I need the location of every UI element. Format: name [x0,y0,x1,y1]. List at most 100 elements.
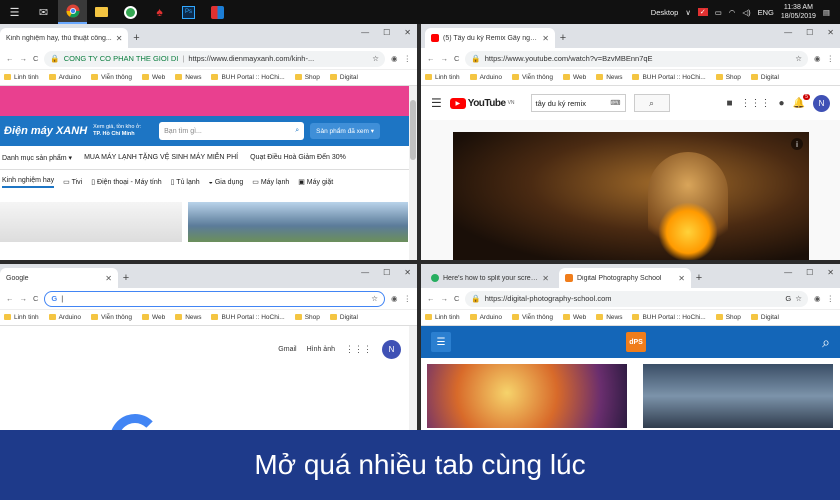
back-icon[interactable]: ← [6,294,14,303]
bookmark-item[interactable]: Arduino [48,314,81,321]
category-fridge[interactable]: ▯ Tủ lạnh [171,178,200,186]
minimize-icon[interactable]: — [784,28,792,37]
bookmark-item[interactable]: News [175,74,201,81]
search-input[interactable]: tây du ký remix ⌨ [530,94,626,112]
bookmark-item[interactable]: Shop [715,74,741,81]
maximize-icon[interactable]: ☐ [806,268,813,277]
notifications-icon[interactable]: ▤ [823,8,830,17]
notifications-bell-icon[interactable]: 🔔 5 [793,93,810,109]
star-icon[interactable]: ☆ [795,54,802,63]
category-tips[interactable]: Kinh nghiệm hay [2,177,55,188]
google-account-icon[interactable]: G [785,294,791,303]
messages-icon[interactable]: ● [779,98,785,109]
bookmark-item[interactable]: Web [141,74,165,81]
extension-icon[interactable]: ◉ [391,294,398,303]
tab-google[interactable]: Google ✕ [0,268,118,288]
search-button[interactable]: ⌕ [633,94,670,112]
bookmark-item[interactable]: BUH Portal :: HoChi... [632,74,706,81]
bookmark-item[interactable]: Viễn thông [511,74,553,81]
photo-thumb-festival[interactable] [427,364,627,428]
article-thumb[interactable] [0,202,182,242]
back-icon[interactable]: ← [427,294,435,303]
maximize-icon[interactable]: ☐ [383,268,390,277]
extension-icon[interactable]: ◉ [814,294,821,303]
category-phone[interactable]: ▯ Điện thoại - Máy tính [91,178,161,186]
tiles-app-icon[interactable] [203,0,232,24]
bookmark-item[interactable]: BUH Portal :: HoChi... [632,314,706,321]
dps-logo[interactable]: dPS [626,332,646,352]
omnibox[interactable]: 🔒 CONG TY CO PHAN THE GIOI DI | https://… [44,50,385,67]
close-tab-icon[interactable]: ✕ [678,274,685,283]
close-tab-icon[interactable]: ✕ [116,34,123,43]
bookmark-item[interactable]: Shop [294,74,320,81]
bookmark-item[interactable]: Viễn thông [511,314,553,321]
back-icon[interactable]: ← [6,54,14,63]
location-picker[interactable]: Xem giá, tồn kho ở: TP. Hồ Chí Minh [93,124,153,138]
new-tab-button[interactable]: + [691,268,707,288]
star-icon[interactable]: ☆ [372,54,379,63]
reload-icon[interactable]: C [33,54,38,63]
extension-icon[interactable]: ◉ [814,54,821,63]
menu-icon[interactable]: ⋮ [404,54,412,63]
menu-icon[interactable]: ⋮ [827,294,835,303]
search-icon[interactable]: ⌕ [295,127,299,135]
chrome-icon[interactable] [58,0,87,24]
bookmark-item[interactable]: Linh tinh [425,74,460,81]
dmx-logo[interactable]: Điện máy XANH [4,125,87,137]
bookmark-item[interactable]: BUH Portal :: HoChi... [211,314,285,321]
category-menu[interactable]: Danh mục sản phẩm ▾ [2,154,72,162]
menu-icon[interactable]: ⋮ [404,294,412,303]
bookmark-item[interactable]: News [596,74,622,81]
hamburger-icon[interactable]: ☰ [431,96,442,110]
bookmark-item[interactable]: Linh tinh [4,74,39,81]
close-tab-icon[interactable]: ✕ [542,34,549,43]
tab-youtube[interactable]: (5) Tây du ký Remix Gây nghiện ... ✕ [425,28,555,48]
minimize-icon[interactable]: — [361,268,369,277]
star-icon[interactable]: ☆ [795,294,802,303]
close-tab-icon[interactable]: ✕ [105,274,112,283]
battery-icon[interactable]: ▭ [715,8,722,17]
article-thumb[interactable] [188,202,408,242]
avatar[interactable]: N [382,340,401,359]
star-icon[interactable]: ☆ [371,294,378,303]
new-tab-button[interactable]: + [118,268,134,288]
bookmark-item[interactable]: Arduino [469,74,502,81]
video-player[interactable]: i [453,132,809,260]
wifi-icon[interactable]: ◠ [729,8,736,17]
bookmark-item[interactable]: Shop [294,314,320,321]
photo-thumb-sky[interactable] [643,364,833,428]
menu-icon[interactable]: ⋮ [827,54,835,63]
promo-link[interactable]: Quạt Điều Hoà Giảm Đến 30% [250,154,346,161]
forward-icon[interactable]: → [20,54,28,63]
bookmark-item[interactable]: Viễn thông [90,74,132,81]
new-tab-button[interactable]: + [555,28,571,48]
search-input[interactable]: Bạn tìm gì... ⌕ [159,122,305,140]
extension-icon[interactable]: ◉ [391,54,398,63]
minimize-icon[interactable]: — [784,268,792,277]
bookmark-item[interactable]: Viễn thông [90,314,132,321]
tab-split-screen-article[interactable]: Here's how to split your screen in... ✕ [425,268,555,288]
bookmark-item[interactable]: Digital [329,314,358,321]
tab-dienmayxanh[interactable]: Kinh nghiệm hay, thủ thuật công... ✕ [0,28,129,48]
bookmark-item[interactable]: Shop [715,314,741,321]
maximize-icon[interactable]: ☐ [383,28,390,37]
category-aircon[interactable]: ▭ Máy lạnh [252,178,289,186]
avatar[interactable]: N [813,94,830,112]
desktop-label[interactable]: Desktop [651,8,679,17]
antivirus-icon[interactable]: ✓ [697,8,708,16]
bookmark-item[interactable]: Digital [750,74,779,81]
bookmark-item[interactable]: BUH Portal :: HoChi... [211,74,285,81]
hamburger-icon[interactable]: ☰ [431,332,451,352]
forward-icon[interactable]: → [441,54,449,63]
bookmark-item[interactable]: Digital [329,74,358,81]
bookmark-item[interactable]: Web [562,74,586,81]
close-tab-icon[interactable]: ✕ [542,274,549,283]
category-household[interactable]: ◒ Gia dụng [209,179,244,186]
bookmark-item[interactable]: Web [562,314,586,321]
tab-dps[interactable]: Digital Photography School ✕ [559,268,691,288]
apps-grid-icon[interactable]: ⋮⋮⋮ [345,344,372,355]
file-explorer-icon[interactable] [87,0,116,24]
clock[interactable]: 11:38 AM 18/05/2019 [781,3,816,21]
bookmark-item[interactable]: Digital [750,314,779,321]
youtube-logo[interactable]: ▶ YouTube VN [449,97,515,109]
